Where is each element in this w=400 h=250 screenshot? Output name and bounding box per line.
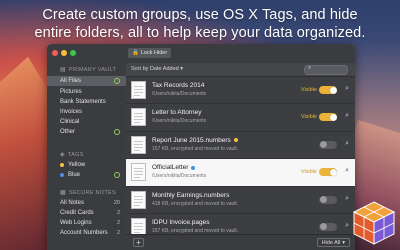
app-window: ▤ PRIMARY VAULT All Files Pictures Bank … bbox=[47, 44, 355, 250]
tags-header: ◈ TAGS bbox=[60, 151, 84, 159]
secure-notes-header: ▦ SECURE NOTES bbox=[60, 189, 116, 197]
bottom-bar: + Hide All ▾ bbox=[126, 234, 355, 250]
file-row[interactable]: Letter to Attorney /Users/nikita/Documen… bbox=[126, 104, 355, 132]
document-thumbnail-icon bbox=[131, 108, 146, 127]
zoom-button[interactable] bbox=[70, 50, 76, 56]
spreadsheet-thumbnail-icon bbox=[131, 135, 146, 154]
primary-vault-header: ▤ PRIMARY VAULT bbox=[60, 66, 117, 74]
sidebar-item-all-notes[interactable]: All Notes 20 bbox=[47, 198, 126, 208]
close-button[interactable] bbox=[52, 50, 58, 56]
status-ring-icon bbox=[114, 172, 120, 178]
file-list: Tax Records 2014 /Users/nikita/Documents… bbox=[126, 77, 355, 235]
sidebar-item-pictures[interactable]: Pictures bbox=[47, 87, 126, 97]
document-thumbnail-icon bbox=[131, 217, 146, 235]
sidebar-item-credit-cards[interactable]: Credit Cards 2 bbox=[47, 208, 126, 218]
sidebar-item-tag-blue[interactable]: Blue bbox=[47, 170, 126, 180]
search-icon: ⌕ bbox=[308, 65, 312, 71]
chevron-down-icon: ▾ bbox=[342, 239, 345, 246]
window-controls bbox=[52, 50, 76, 56]
reveal-search-icon[interactable]: ⌕ bbox=[345, 222, 349, 230]
status-ring-icon bbox=[114, 78, 120, 84]
reveal-search-icon[interactable]: ⌕ bbox=[345, 195, 349, 203]
reveal-search-icon[interactable]: ⌕ bbox=[345, 140, 349, 148]
document-thumbnail-icon bbox=[131, 163, 146, 182]
sidebar-item-tag-yellow[interactable]: Yellow bbox=[47, 160, 126, 170]
visibility-toggle[interactable] bbox=[319, 113, 337, 122]
file-row[interactable]: OfficialLetter /Users/nikita/Documents V… bbox=[126, 159, 355, 187]
visibility-toggle[interactable] bbox=[319, 222, 337, 231]
file-row[interactable]: Monthly Earnings.numbers 418 KB, encrypt… bbox=[126, 186, 355, 214]
file-row[interactable]: Tax Records 2014 /Users/nikita/Documents… bbox=[126, 77, 355, 105]
blue-tag-dot bbox=[191, 165, 196, 170]
tag-icon: ◈ bbox=[60, 152, 65, 158]
sidebar-item-bank-statements[interactable]: Bank Statements bbox=[47, 97, 126, 107]
headline-line-2: entire folders, all to help keep your da… bbox=[34, 25, 366, 41]
blue-tag-dot bbox=[60, 173, 64, 177]
document-thumbnail-icon bbox=[131, 81, 146, 99]
visibility-toggle[interactable] bbox=[319, 168, 337, 177]
reveal-search-icon[interactable]: ⌕ bbox=[345, 85, 349, 93]
visibility-toggle[interactable] bbox=[319, 86, 337, 94]
yellow-tag-dot bbox=[60, 163, 64, 167]
reveal-search-icon[interactable]: ⌕ bbox=[345, 167, 349, 175]
spreadsheet-thumbnail-icon bbox=[131, 190, 146, 209]
watermark-cube-logo bbox=[352, 201, 396, 245]
file-row[interactable]: Report June 2015.numbers 157 KB, encrypt… bbox=[126, 131, 355, 160]
headline-line-1: Create custom groups, use OS X Tags, and… bbox=[42, 7, 358, 23]
sidebar: ▤ PRIMARY VAULT All Files Pictures Bank … bbox=[47, 44, 126, 250]
sort-dropdown[interactable]: Sort by Date Added ▾ bbox=[131, 66, 183, 72]
sidebar-item-clinical[interactable]: Clinical bbox=[47, 117, 126, 127]
sidebar-item-invoices[interactable]: Invoices bbox=[47, 107, 126, 117]
search-input[interactable]: ⌕ bbox=[304, 65, 348, 75]
visibility-toggle[interactable] bbox=[319, 195, 337, 204]
main-pane: 🔒 Lock Hider Sort by Date Added ▾ ⌕ Tax … bbox=[126, 44, 355, 250]
sidebar-item-web-logins[interactable]: Web Logins 2 bbox=[47, 218, 126, 228]
sidebar-item-other[interactable]: Other bbox=[47, 127, 126, 137]
toolbar: 🔒 Lock Hider bbox=[126, 44, 355, 64]
file-row[interactable]: IDPU Invoice.pages 157 KB, encrypted and… bbox=[126, 213, 355, 235]
reveal-search-icon[interactable]: ⌕ bbox=[345, 112, 349, 120]
vault-icon: ▤ bbox=[60, 67, 66, 73]
headline: Create custom groups, use OS X Tags, and… bbox=[0, 6, 400, 42]
sort-bar: Sort by Date Added ▾ ⌕ bbox=[126, 63, 355, 77]
visibility-toggle[interactable] bbox=[319, 140, 337, 149]
status-ring-icon bbox=[114, 129, 120, 135]
sidebar-item-account-numbers[interactable]: Account Numbers 2 bbox=[47, 228, 126, 238]
lock-hider-button[interactable]: 🔒 Lock Hider bbox=[128, 48, 172, 58]
note-icon: ▦ bbox=[60, 190, 66, 196]
add-button[interactable]: + bbox=[133, 238, 144, 247]
hide-all-button[interactable]: Hide All ▾ bbox=[316, 238, 350, 247]
sidebar-item-all-files[interactable]: All Files bbox=[47, 76, 126, 86]
yellow-tag-dot bbox=[233, 138, 238, 143]
lock-icon: 🔒 bbox=[132, 50, 139, 56]
minimize-button[interactable] bbox=[61, 50, 67, 56]
